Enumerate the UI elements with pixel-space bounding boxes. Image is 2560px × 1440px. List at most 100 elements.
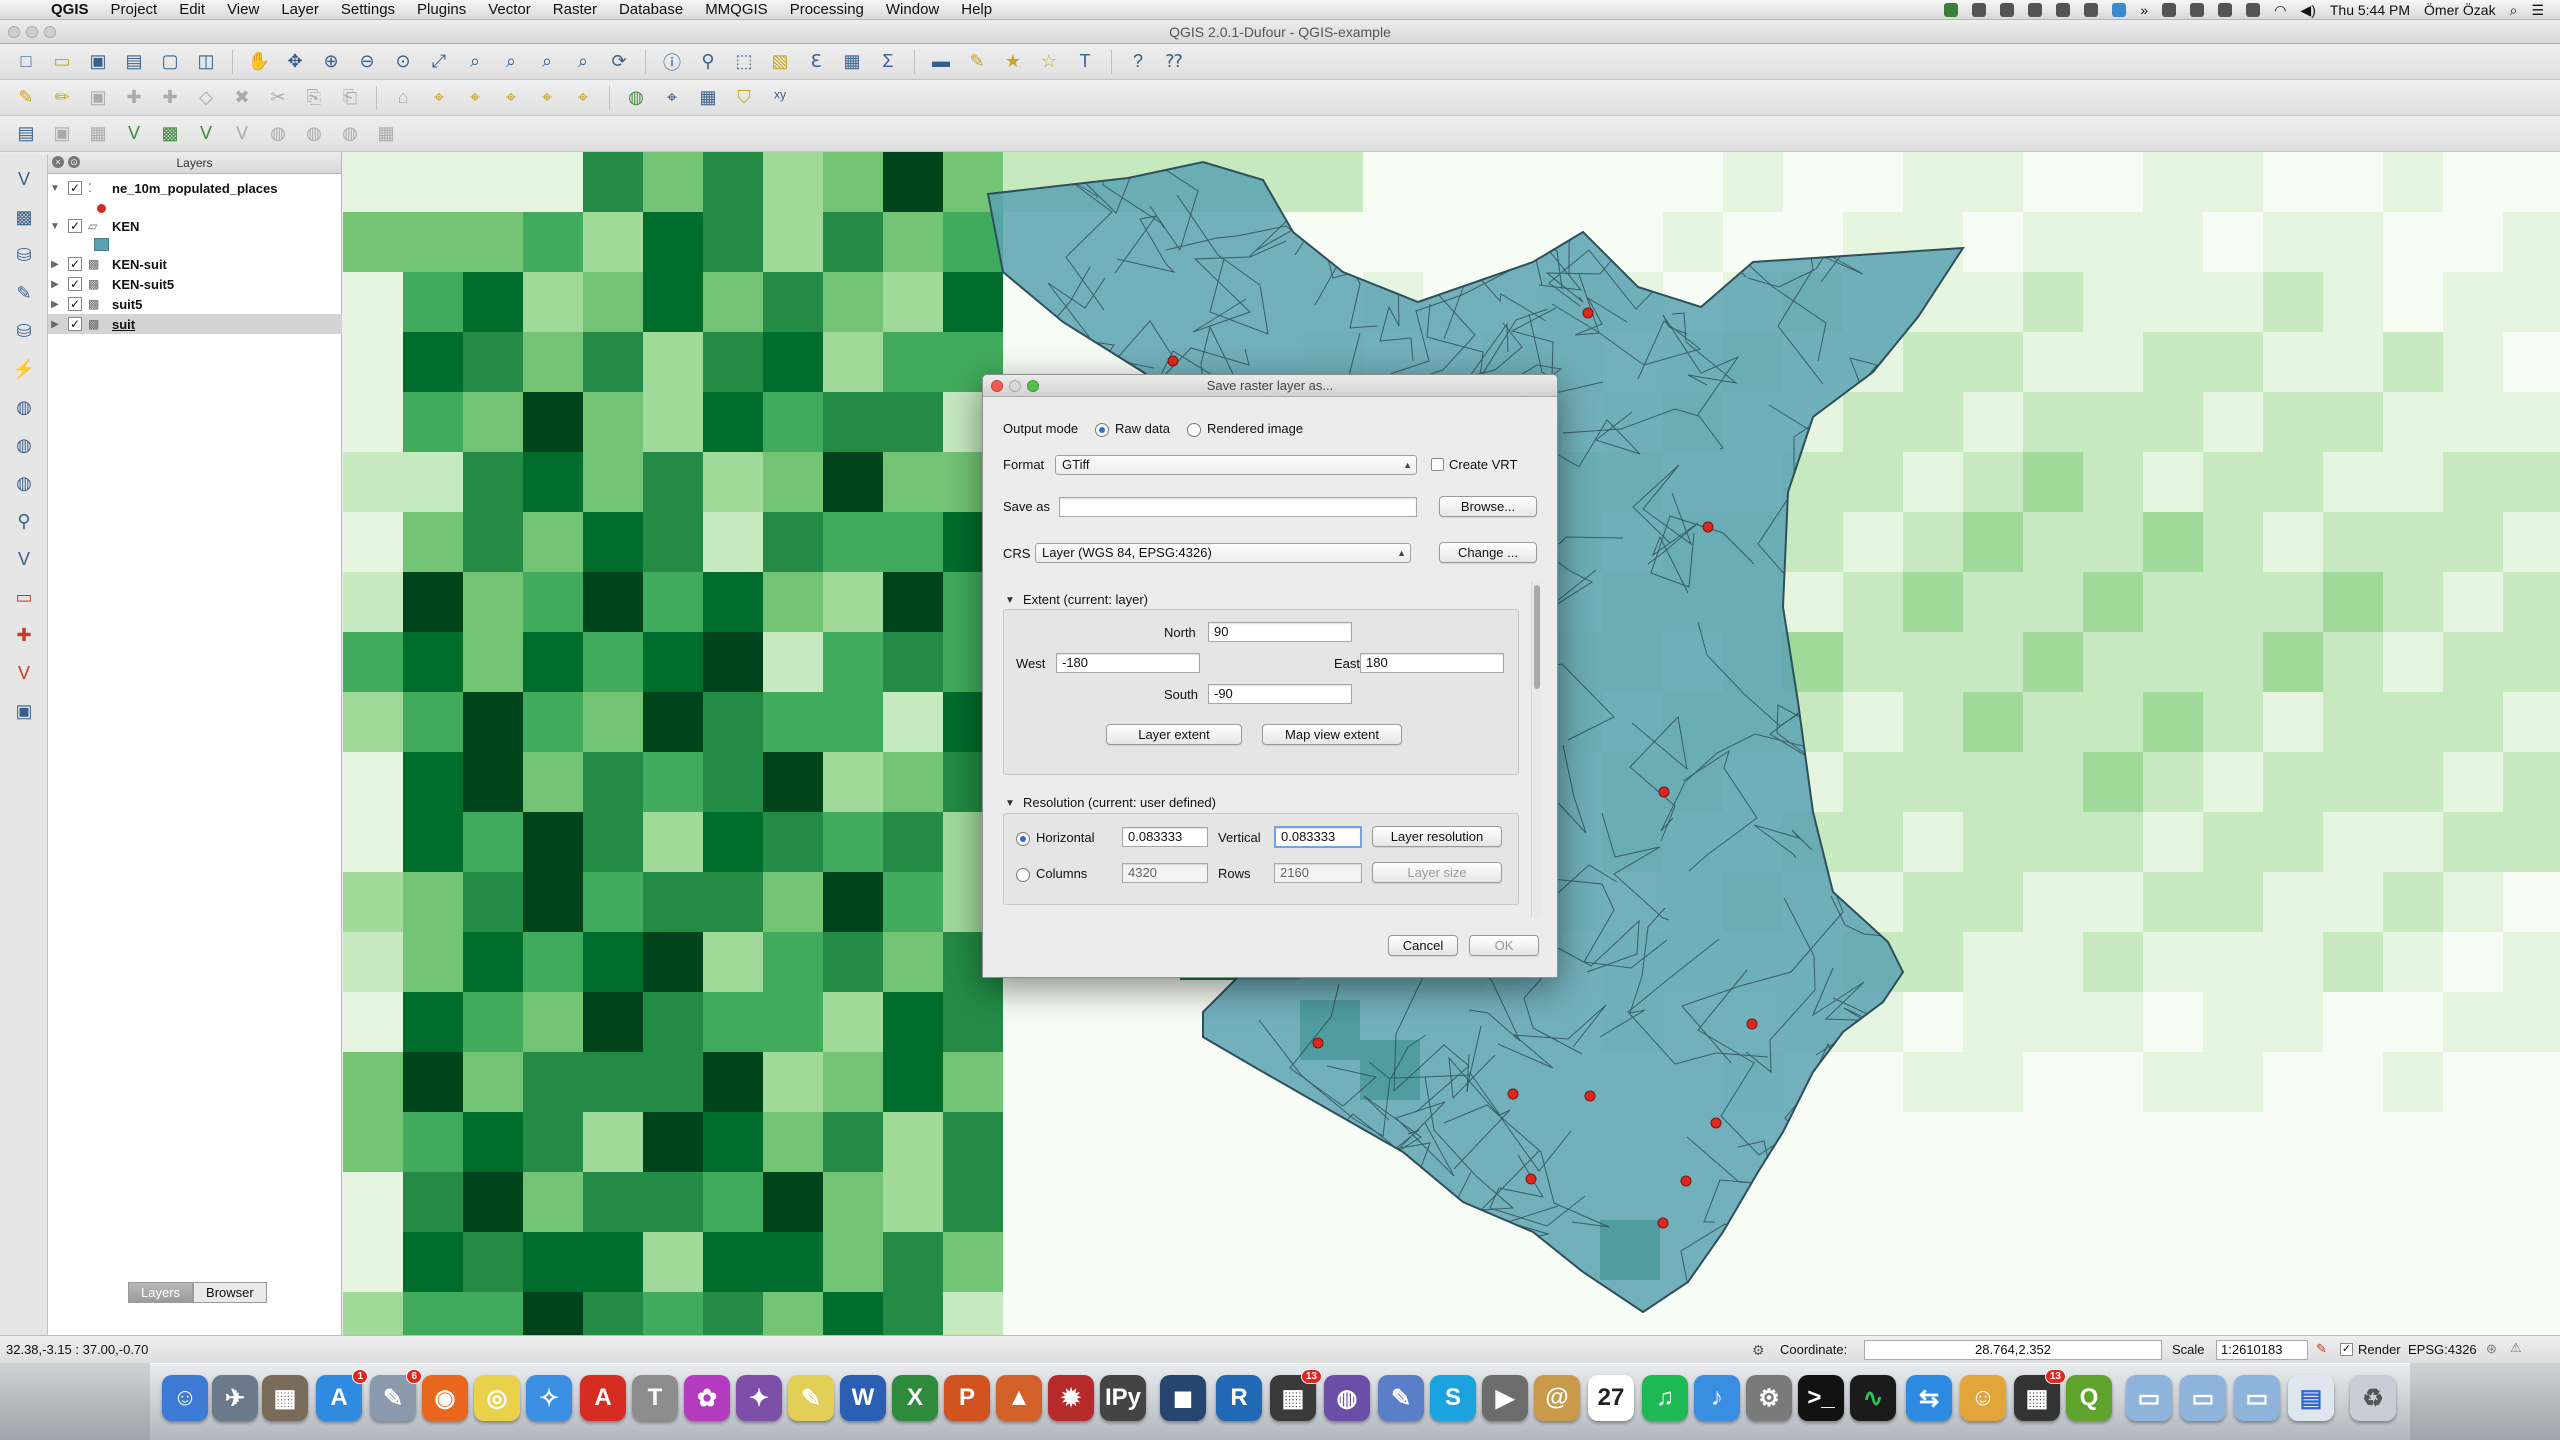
raw-data-label[interactable]: Raw data [1115, 421, 1170, 436]
panel-close-icon[interactable]: × [52, 156, 64, 168]
add-raster-layer-icon[interactable]: ▩ [156, 120, 184, 148]
safari-icon[interactable]: ✧ [526, 1375, 572, 1421]
zoom-to-layer-icon[interactable]: ⌕ [497, 48, 525, 76]
layer-visibility-checkbox[interactable]: ✓ [68, 219, 82, 233]
stop-render-icon[interactable]: ✎ [2316, 1341, 2327, 1357]
digitize-table-icon[interactable]: ▦ [84, 120, 112, 148]
add-wcs-tool-icon[interactable]: ◍ [10, 431, 38, 459]
layer-extent-button[interactable]: Layer extent [1106, 724, 1242, 745]
shield-plugin-icon[interactable]: ⛉ [730, 84, 758, 112]
open-attribute-table-icon[interactable]: ▦ [838, 48, 866, 76]
itunes-icon[interactable]: ♪ [1694, 1375, 1740, 1421]
map-view-extent-button[interactable]: Map view extent [1262, 724, 1402, 745]
zoom-actual-size-icon[interactable]: ⊙ [389, 48, 417, 76]
layer-row-ken-suit5[interactable]: ▶ ✓ ▩ KEN-suit5 [48, 274, 342, 294]
grid-app-icon[interactable]: ▦ 13 [1270, 1369, 1322, 1421]
layer-resolution-button[interactable]: Layer resolution [1372, 826, 1502, 847]
notification-center-icon[interactable]: ☰ [2531, 2, 2544, 19]
preview-icon[interactable]: ✎ 6 [370, 1369, 422, 1421]
add-part-icon[interactable]: ✚ [156, 84, 184, 112]
menu-database[interactable]: Database [608, 1, 694, 18]
gps-icon[interactable]: ⌖ [658, 84, 686, 112]
layer-row-suit[interactable]: ▶ ✓ ▩ suit [48, 314, 342, 334]
map-tips-icon[interactable]: ✎ [963, 48, 991, 76]
browse-button[interactable]: Browse... [1439, 496, 1537, 517]
save-project-icon[interactable]: ▣ [84, 48, 112, 76]
scale-select[interactable]: 1:2610183 [2216, 1340, 2308, 1360]
south-input[interactable]: -90 [1208, 684, 1352, 704]
window-zoom-button[interactable] [44, 26, 56, 38]
layer-visibility-checkbox[interactable]: ✓ [68, 257, 82, 271]
help-contents-icon[interactable]: ? [1124, 48, 1152, 76]
sync-status-icon[interactable] [2000, 3, 2015, 17]
render-label[interactable]: Render [2358, 1342, 2401, 1357]
select-features-icon[interactable]: ⬚ [730, 48, 758, 76]
skype-status-icon[interactable] [2112, 3, 2127, 17]
powerpoint-icon[interactable]: P [944, 1375, 990, 1421]
pencil-app-icon[interactable]: ✎ [1378, 1375, 1424, 1421]
render-checkbox[interactable]: ✓ [2340, 1343, 2353, 1356]
messages-icon[interactable]: ⚠ [2510, 1340, 2522, 1356]
finder-icon[interactable]: ☺ [162, 1375, 208, 1421]
dialog-zoom-button[interactable] [1027, 380, 1039, 392]
paste-features-icon[interactable]: ⎗ [336, 84, 364, 112]
layer-visibility-checkbox[interactable]: ✓ [68, 297, 82, 311]
coordinate-toggle-icon[interactable]: ⚙ [1752, 1342, 1765, 1359]
columns-label[interactable]: Columns [1036, 866, 1087, 881]
new-project-icon[interactable]: □ [12, 48, 40, 76]
mission-control-icon[interactable]: ▦ [262, 1375, 308, 1421]
open-project-icon[interactable]: ▭ [48, 48, 76, 76]
launchpad-icon[interactable]: ✈ [212, 1375, 258, 1421]
refresh-icon[interactable]: ⟳ [605, 48, 633, 76]
add-spatialite-tool-icon[interactable]: ✎ [10, 279, 38, 307]
horizontal-label[interactable]: Horizontal [1036, 830, 1095, 845]
window-minimize-button[interactable] [26, 26, 38, 38]
toggle-editing-icon[interactable]: ✏ [48, 84, 76, 112]
pan-icon[interactable]: ✋ [245, 48, 273, 76]
rotate-label-icon[interactable]: ⌖ [533, 84, 561, 112]
collapse-arrow-icon[interactable]: ▶ [48, 319, 62, 330]
mail-status-icon[interactable] [2056, 3, 2071, 17]
texshop-icon[interactable]: T [632, 1375, 678, 1421]
text-annotation-icon[interactable]: T [1071, 48, 1099, 76]
menu-app-name[interactable]: QGIS [40, 1, 100, 18]
calendar-icon[interactable]: 27 [1588, 1375, 1634, 1421]
add-delimited-layer-icon[interactable]: ▦ [372, 120, 400, 148]
collapse-arrow-icon[interactable]: ▶ [48, 299, 62, 310]
change-crs-button[interactable]: Change ... [1439, 542, 1537, 563]
composer-manager-icon[interactable]: ◫ [192, 48, 220, 76]
panel-float-icon[interactable]: ⊙ [68, 156, 80, 168]
documents-folder-icon[interactable]: ▭ [2180, 1375, 2226, 1421]
add-oracle-tool-icon[interactable]: ⚡ [10, 355, 38, 383]
add-vector-layer-icon[interactable]: V [120, 120, 148, 148]
identify-icon[interactable]: ⓘ [658, 48, 686, 76]
r-icon[interactable]: R [1216, 1375, 1262, 1421]
add-vector-tool-icon[interactable]: V [10, 165, 38, 193]
tab-layers[interactable]: Layers [128, 1282, 194, 1303]
sphere-app-icon[interactable]: ◍ [1324, 1375, 1370, 1421]
firefox-icon[interactable]: ◉ [422, 1375, 468, 1421]
zoom-out-icon[interactable]: ⊖ [353, 48, 381, 76]
delete-selected-icon[interactable]: ✖ [228, 84, 256, 112]
horizontal-input[interactable]: 0.083333 [1122, 827, 1208, 847]
activity-monitor-icon[interactable]: ∿ [1850, 1375, 1896, 1421]
create-vrt-checkbox[interactable] [1431, 458, 1444, 471]
menu-mmqgis[interactable]: MMQGIS [694, 1, 779, 18]
new-shapefile-icon[interactable]: V [10, 545, 38, 573]
rendered-image-label[interactable]: Rendered image [1207, 421, 1303, 436]
east-input[interactable]: 180 [1360, 653, 1504, 673]
lock-status-icon[interactable] [2162, 3, 2177, 17]
collapse-arrow-icon[interactable]: ▶ [48, 259, 62, 270]
menu-help[interactable]: Help [950, 1, 1003, 18]
layer-row-ken-suit[interactable]: ▶ ✓ ▩ KEN-suit [48, 254, 342, 274]
expand-arrow-icon[interactable]: ▼ [48, 221, 62, 232]
save-as-icon[interactable]: ▤ [120, 48, 148, 76]
wifi-icon[interactable]: ◠ [2274, 2, 2286, 19]
menu-project[interactable]: Project [100, 1, 169, 18]
format-select[interactable]: GTiff ▲ [1055, 455, 1417, 475]
digitize-save-icon[interactable]: ▣ [48, 120, 76, 148]
spotify-icon[interactable]: ♫ [1642, 1375, 1688, 1421]
menu-vector[interactable]: Vector [477, 1, 542, 18]
layer-size-button[interactable]: Layer size [1372, 862, 1502, 883]
add-raster-tool-icon[interactable]: ▩ [10, 203, 38, 231]
